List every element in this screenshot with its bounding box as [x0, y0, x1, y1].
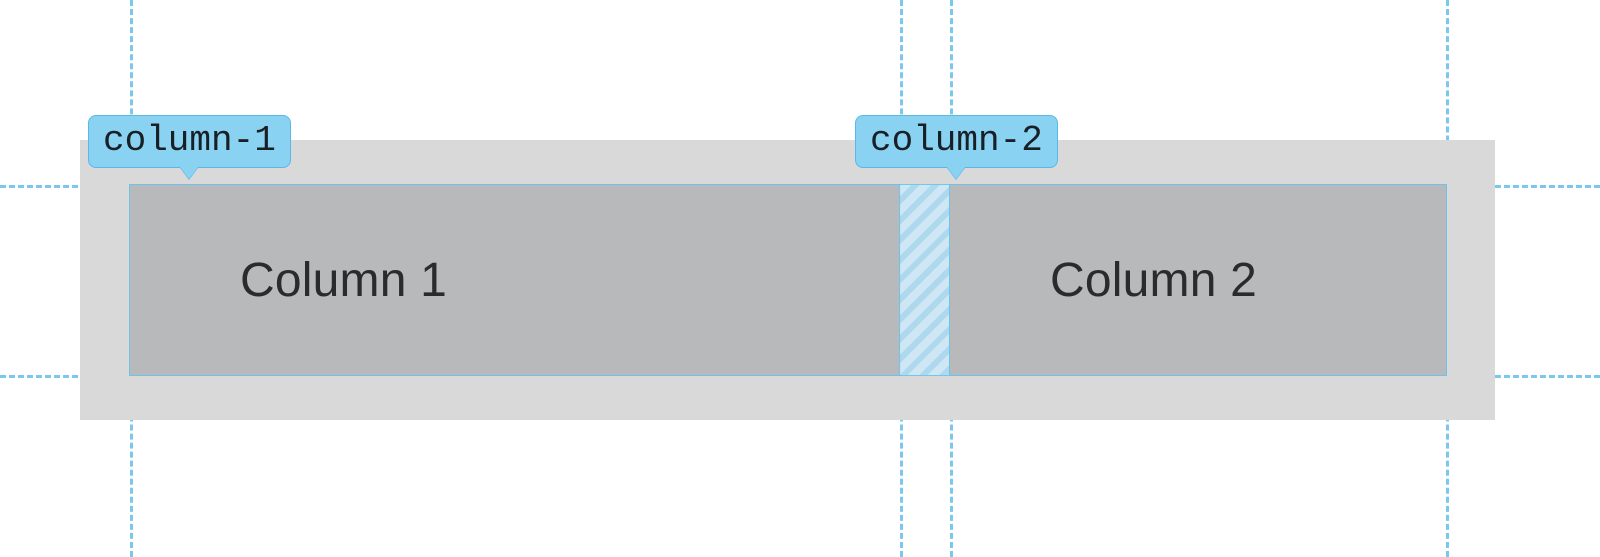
grid-line-label-column-1: column-1 [88, 115, 291, 168]
grid-column-2-text: Column 2 [1050, 253, 1257, 308]
grid-column-1-text: Column 1 [240, 253, 447, 308]
grid-line-label-text: column-2 [870, 120, 1043, 161]
grid-tracks-area: Column 1 Column 2 [130, 185, 1446, 375]
grid-column-2: Column 2 [950, 185, 1446, 375]
grid-line-label-column-2: column-2 [855, 115, 1058, 168]
grid-line-label-text: column-1 [103, 120, 276, 161]
grid-column-1: Column 1 [130, 185, 900, 375]
grid-column-gap [900, 185, 950, 375]
